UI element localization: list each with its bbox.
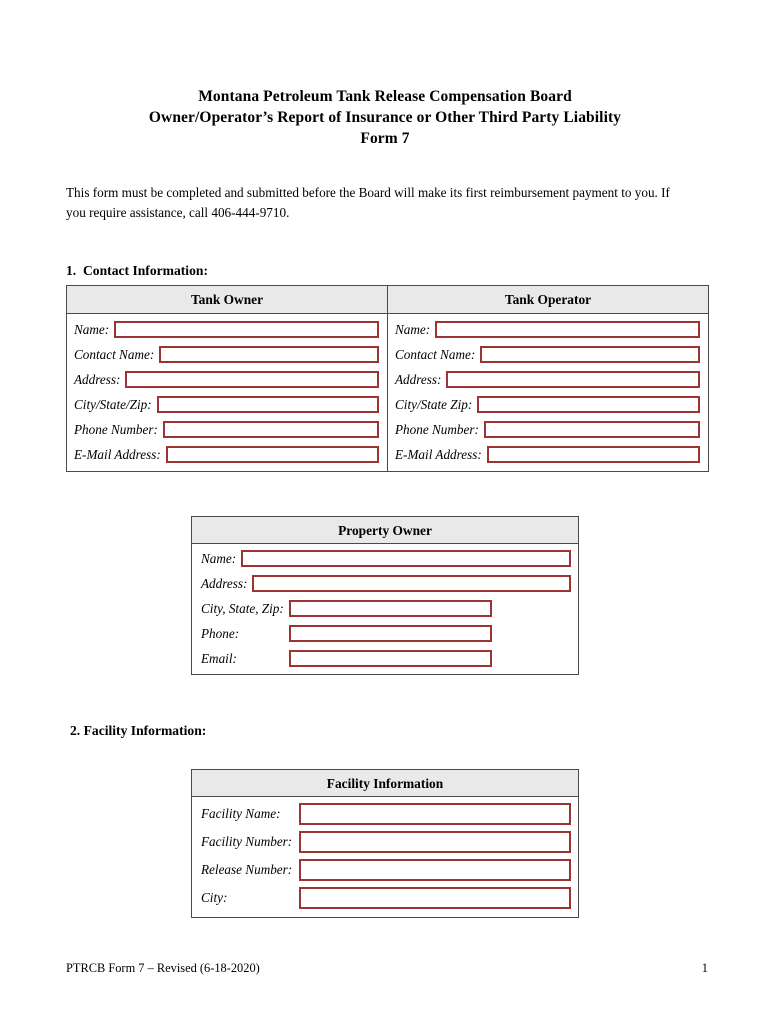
field-row-owner-phone-number: Phone Number: [67,417,387,442]
intro-paragraph: This form must be completed and submitte… [66,185,670,220]
title-line-1: Montana Petroleum Tank Release Compensat… [198,88,572,105]
field-row-property-city-state-zip: City, State, Zip: [192,596,578,621]
tank-operator-header: Tank Operator [387,286,708,313]
label-operator-city-state-zip: City/State Zip: [395,396,473,412]
input-operator-address[interactable] [446,371,700,388]
input-operator-city-state-zip[interactable] [477,396,700,413]
input-property-phone[interactable] [288,625,492,642]
contact-table-header-row: Tank Owner Tank Operator [67,286,708,313]
input-owner-contact-name[interactable] [159,346,379,363]
label-owner-city-state-zip: City/State/Zip: [74,396,152,412]
label-operator-contact-name: Contact Name: [395,346,476,362]
field-row-property-phone: Phone: [192,621,578,646]
title-line-2: Owner/Operator’s Report of Insurance or … [148,109,622,126]
tank-operator-column: Name: Contact Name: Address: City/State … [387,314,708,471]
label-operator-phone-number: Phone Number: [395,421,479,437]
input-operator-email-address[interactable] [486,446,700,463]
field-row-facility-number: Facility Number: [192,828,578,856]
label-facility-city: City: [201,890,228,905]
input-owner-address[interactable] [125,371,379,388]
field-row-property-address: Address: [192,571,578,596]
field-row-operator-address: Address: [388,367,708,392]
field-row-owner-city-state-zip: City/State/Zip: [67,392,387,417]
input-facility-number[interactable] [299,831,571,853]
input-release-number[interactable] [299,859,571,881]
input-owner-email-address[interactable] [165,446,379,463]
property-owner-header: Property Owner [192,517,578,544]
contact-information-table: Tank Owner Tank Operator Name: Contact N… [66,285,709,472]
document-title: Montana Petroleum Tank Release Compensat… [62,86,708,149]
input-owner-city-state-zip[interactable] [156,396,379,413]
page-footer: PTRCB Form 7 – Revised (6-18-2020) 1 [66,961,708,976]
facility-information-header: Facility Information [192,770,578,797]
footer-page-number: 1 [701,961,708,975]
input-operator-contact-name[interactable] [480,346,700,363]
label-operator-address: Address: [395,371,442,387]
input-property-city-state-zip[interactable] [288,600,492,617]
input-property-address[interactable] [252,575,571,592]
field-row-owner-name: Name: [67,317,387,342]
field-row-property-email: Email: [192,646,578,671]
label-property-email: Email: [201,650,237,666]
label-property-name: Name: [201,550,237,566]
field-row-facility-name: Facility Name: [192,800,578,828]
property-owner-table: Property Owner Name: Address: City, Stat… [191,516,579,675]
field-row-operator-phone-number: Phone Number: [388,417,708,442]
input-operator-phone-number[interactable] [483,421,700,438]
tank-owner-column: Name: Contact Name: Address: City/State/… [67,314,387,471]
section-heading-facility-information: 2. Facility Information: [70,723,207,738]
tank-owner-header: Tank Owner [67,286,387,313]
input-owner-phone-number[interactable] [162,421,379,438]
field-row-owner-address: Address: [67,367,387,392]
input-owner-name[interactable] [114,321,379,338]
field-row-owner-email-address: E-Mail Address: [67,442,387,467]
label-facility-number: Facility Number: [201,834,293,849]
field-row-property-name: Name: [192,546,578,571]
label-property-city-state-zip: City, State, Zip: [201,600,284,616]
input-property-name[interactable] [241,550,571,567]
label-facility-name: Facility Name: [201,806,281,821]
label-operator-name: Name: [395,321,431,337]
field-row-operator-contact-name: Contact Name: [388,342,708,367]
input-facility-city[interactable] [299,887,571,909]
label-owner-name: Name: [74,321,110,337]
label-property-address: Address: [201,575,248,591]
title-line-3: Form 7 [360,130,410,147]
field-row-owner-contact-name: Contact Name: [67,342,387,367]
field-row-operator-name: Name: [388,317,708,342]
field-row-operator-city-state-zip: City/State Zip: [388,392,708,417]
label-operator-email-address: E-Mail Address: [395,446,482,462]
field-row-release-number: Release Number: [192,856,578,884]
input-property-email[interactable] [288,650,492,667]
input-operator-name[interactable] [435,321,700,338]
form-page: Montana Petroleum Tank Release Compensat… [0,0,770,1024]
label-owner-phone-number: Phone Number: [74,421,158,437]
label-property-phone: Phone: [201,625,240,641]
label-owner-email-address: E-Mail Address: [74,446,161,462]
field-row-facility-city: City: [192,884,578,912]
label-owner-address: Address: [74,371,121,387]
section-heading-contact-information: 1. Contact Information: [66,263,208,278]
label-owner-contact-name: Contact Name: [74,346,155,362]
facility-information-table: Facility Information Facility Name: Faci… [191,769,579,918]
label-release-number: Release Number: [201,862,293,877]
footer-form-id: PTRCB Form 7 – Revised (6-18-2020) [66,961,260,975]
field-row-operator-email-address: E-Mail Address: [388,442,708,467]
input-facility-name[interactable] [299,803,571,825]
